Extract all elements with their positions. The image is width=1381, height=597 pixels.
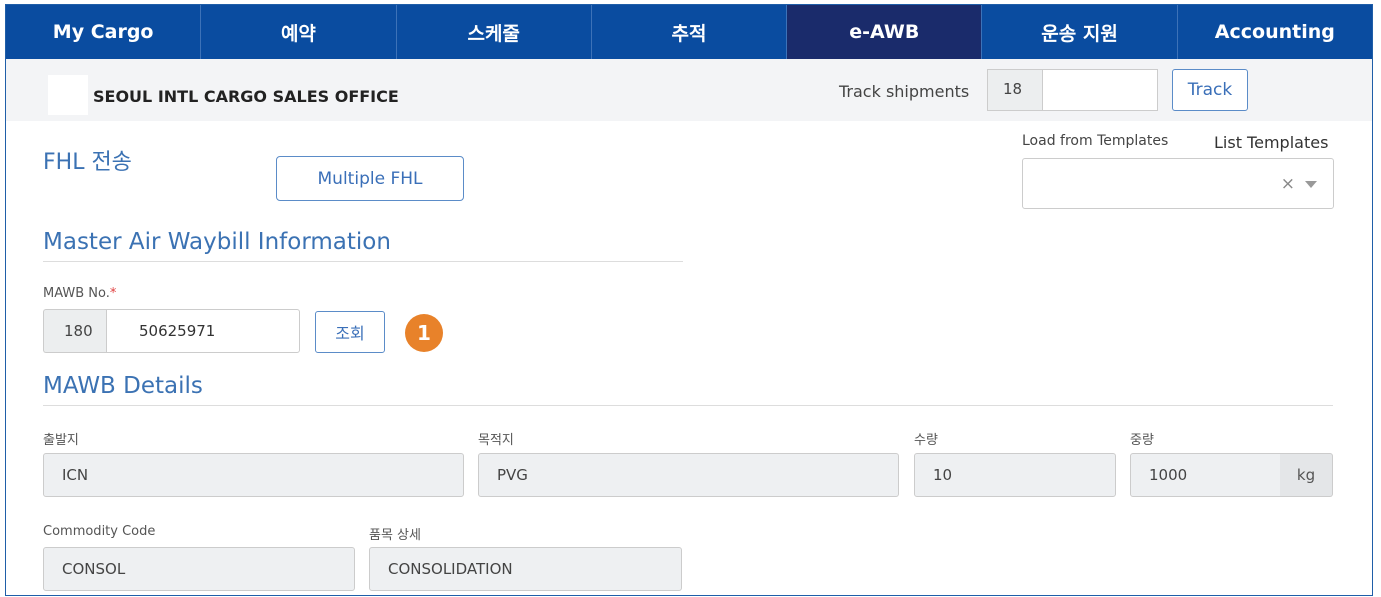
origin-field: ICN [43, 453, 464, 497]
chevron-down-icon[interactable] [1305, 181, 1317, 188]
nav-item-booking[interactable]: 예약 [201, 5, 397, 59]
mawb-info-section-title: Master Air Waybill Information [43, 229, 391, 255]
clear-icon[interactable]: × [1281, 174, 1295, 194]
commodity-code-field: CONSOL [43, 547, 355, 591]
commodity-desc-field: CONSOLIDATION [369, 547, 682, 591]
destination-field: PVG [478, 453, 899, 497]
pieces-field: 10 [914, 453, 1116, 497]
nav-item-schedule[interactable]: 스케줄 [397, 5, 592, 59]
commodity-desc-label: 품목 상세 [369, 528, 421, 543]
mawb-details-section-title: MAWB Details [43, 373, 203, 399]
track-number-input[interactable] [1042, 69, 1158, 111]
lookup-button[interactable]: 조회 [315, 311, 385, 353]
nav-item-accounting[interactable]: Accounting [1178, 5, 1372, 59]
office-subbar: SEOUL INTL CARGO SALES OFFICE Track ship… [6, 59, 1372, 121]
weight-field: 1000 [1130, 453, 1281, 497]
commodity-code-label: Commodity Code [43, 524, 156, 539]
nav-item-tracking[interactable]: 추적 [592, 5, 788, 59]
mawb-no-label: MAWB No.* [43, 286, 117, 301]
office-name: SEOUL INTL CARGO SALES OFFICE [93, 87, 399, 106]
mawb-prefix-field[interactable]: 180 [43, 309, 107, 353]
office-logo [48, 75, 88, 115]
mawb-number-input[interactable]: 50625971 [106, 309, 300, 353]
track-shipments-label: Track shipments [839, 82, 970, 101]
nav-item-transport-support[interactable]: 운송 지원 [982, 5, 1178, 59]
page-title: FHL 전송 [43, 150, 132, 175]
weight-label: 중량 [1130, 433, 1154, 448]
main-nav: My Cargo 예약 스케줄 추적 e-AWB 운송 지원 Accountin… [6, 5, 1372, 59]
template-select[interactable]: × [1022, 158, 1334, 209]
track-button[interactable]: Track [1172, 69, 1248, 111]
load-templates-label: Load from Templates [1022, 133, 1169, 149]
nav-item-my-cargo[interactable]: My Cargo [6, 5, 202, 59]
destination-label: 목적지 [478, 433, 514, 448]
track-prefix-field[interactable]: 18 [987, 69, 1043, 111]
pieces-label: 수량 [914, 433, 938, 448]
origin-label: 출발지 [43, 433, 79, 448]
required-mark: * [109, 286, 117, 301]
multiple-fhl-button[interactable]: Multiple FHL [276, 156, 464, 201]
nav-item-e-awb[interactable]: e-AWB [787, 5, 983, 59]
step-number-badge: 1 [405, 314, 443, 352]
mawb-info-divider [43, 261, 683, 262]
list-templates-link[interactable]: List Templates [1214, 133, 1328, 152]
app-frame: My Cargo 예약 스케줄 추적 e-AWB 운송 지원 Accountin… [5, 4, 1373, 596]
mawb-details-divider [43, 405, 1333, 406]
weight-unit: kg [1280, 453, 1333, 497]
